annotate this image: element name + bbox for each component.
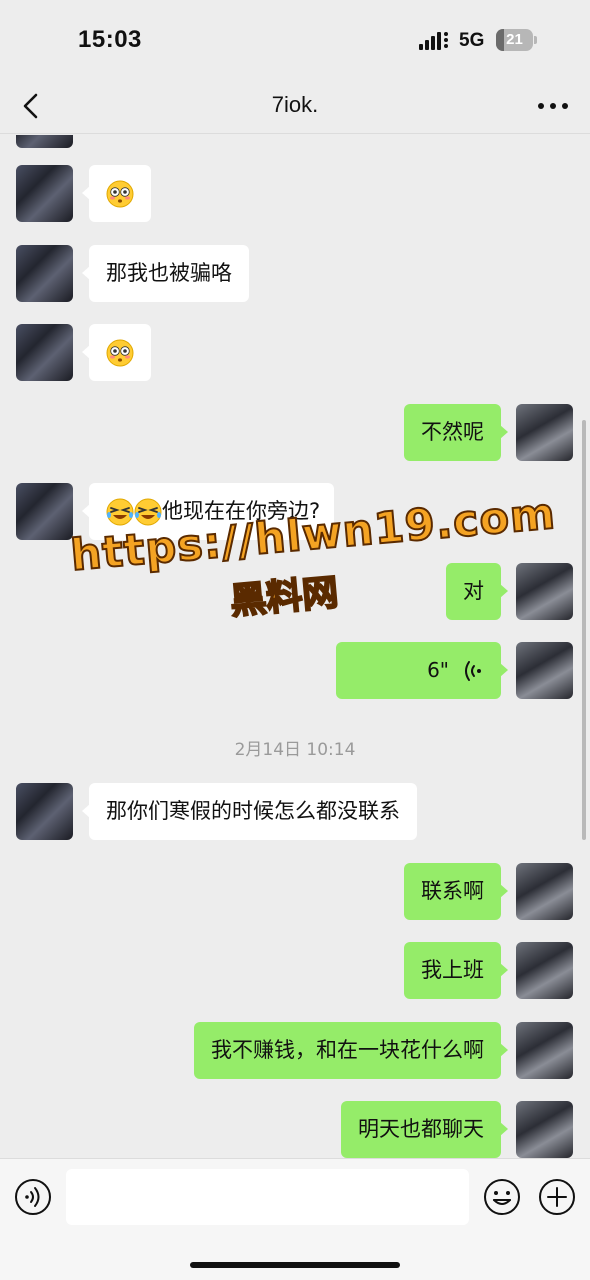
message-text: 他现在在你旁边? xyxy=(162,499,321,523)
message-list[interactable]: 那我也被骗咯 不然呢 他现在在你旁边? 对 6" 2月14日 10:14 那你们… xyxy=(0,135,590,1158)
contact-avatar[interactable] xyxy=(16,483,73,540)
text-message[interactable]: 明天也都聊天 xyxy=(341,1101,508,1158)
home-indicator[interactable] xyxy=(190,1262,400,1268)
text-message[interactable]: 不然呢 xyxy=(404,404,508,461)
text-message[interactable]: 那我也被骗咯 xyxy=(82,245,249,302)
flushed-face-icon xyxy=(106,180,134,208)
text-message[interactable]: 联系啊 xyxy=(404,863,508,920)
more-icon[interactable] xyxy=(531,92,575,120)
my-avatar[interactable] xyxy=(516,1101,573,1158)
my-avatar[interactable] xyxy=(516,563,573,620)
emoji-message[interactable] xyxy=(82,324,151,381)
status-time: 15:03 xyxy=(78,26,142,53)
message-input[interactable] xyxy=(66,1169,469,1225)
signal-icon xyxy=(419,32,448,50)
voice-duration: 6" xyxy=(427,658,449,682)
contact-avatar[interactable] xyxy=(16,135,73,148)
text-message[interactable]: 我上班 xyxy=(404,942,508,999)
contact-avatar[interactable] xyxy=(16,324,73,381)
text-message[interactable]: 那你们寒假的时候怎么都没联系 xyxy=(82,783,417,840)
my-avatar[interactable] xyxy=(516,642,573,699)
status-bar: 15:03 5G 21 xyxy=(0,0,590,78)
emoji-icon[interactable] xyxy=(483,1178,521,1216)
voice-input-icon[interactable] xyxy=(14,1178,52,1216)
my-avatar[interactable] xyxy=(516,942,573,999)
contact-avatar[interactable] xyxy=(16,245,73,302)
voice-wave-icon xyxy=(465,661,481,681)
scrollbar[interactable] xyxy=(582,420,586,840)
battery-level: 21 xyxy=(506,31,523,48)
chat-title: 7iok. xyxy=(271,92,319,117)
my-avatar[interactable] xyxy=(516,863,573,920)
text-message[interactable]: 我不赚钱，和在一块花什么啊 xyxy=(194,1022,508,1079)
back-icon[interactable] xyxy=(14,88,50,124)
battery-icon: 21 xyxy=(496,29,538,51)
emoji-message[interactable] xyxy=(82,165,151,222)
text-message[interactable]: 对 xyxy=(446,563,508,620)
flushed-face-icon xyxy=(106,339,134,367)
voice-message[interactable]: 6" xyxy=(336,642,508,699)
text-message[interactable]: 他现在在你旁边? xyxy=(81,483,335,540)
plus-icon[interactable] xyxy=(538,1178,576,1216)
contact-avatar[interactable] xyxy=(16,783,73,840)
my-avatar[interactable] xyxy=(516,1022,573,1079)
my-avatar[interactable] xyxy=(516,404,573,461)
rolling-laugh-face-icon xyxy=(106,498,134,526)
contact-avatar[interactable] xyxy=(16,165,73,222)
message-timestamp: 2月14日 10:14 xyxy=(234,740,356,760)
network-type: 5G xyxy=(459,30,485,51)
rolling-laugh-face-icon xyxy=(134,498,162,526)
chat-header: 7iok. xyxy=(0,78,590,134)
